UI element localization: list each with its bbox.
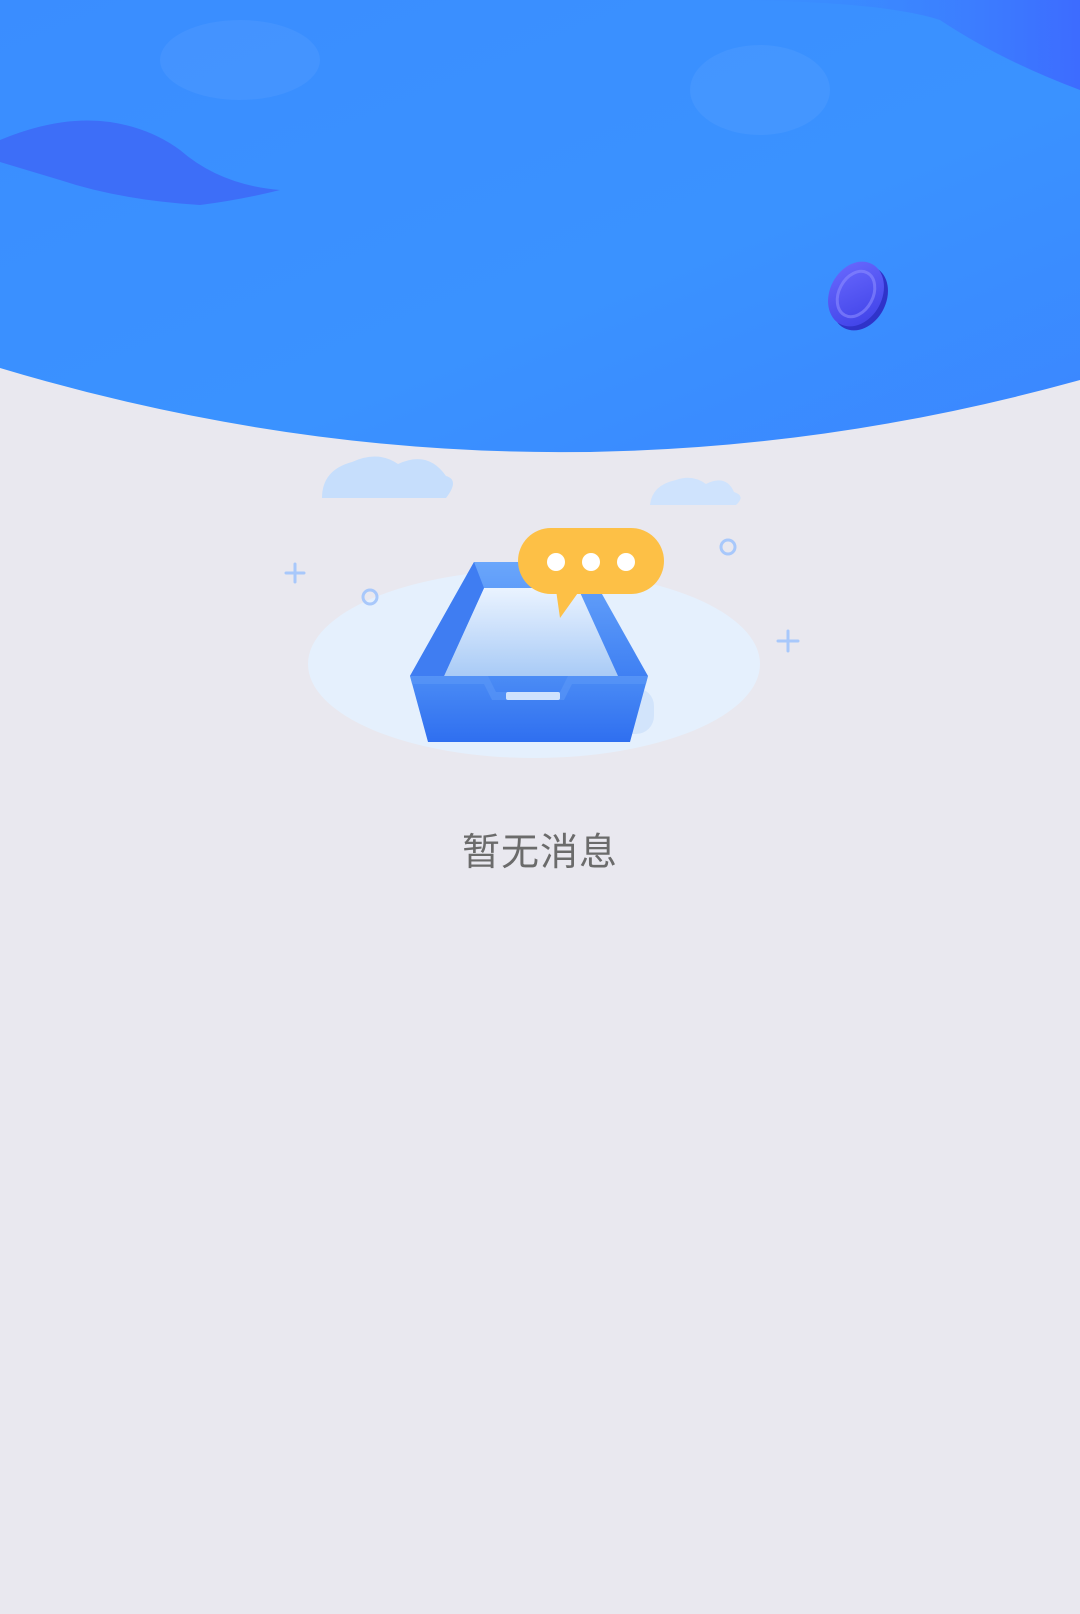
cloud-icon — [650, 477, 741, 505]
cloud-icon — [322, 456, 453, 498]
plus-sparkle-icon — [284, 562, 306, 584]
empty-state-illustration — [260, 440, 820, 800]
plus-sparkle-icon — [776, 629, 800, 653]
header-banner — [0, 0, 1080, 470]
empty-state-message: 暂无消息 — [461, 830, 618, 874]
